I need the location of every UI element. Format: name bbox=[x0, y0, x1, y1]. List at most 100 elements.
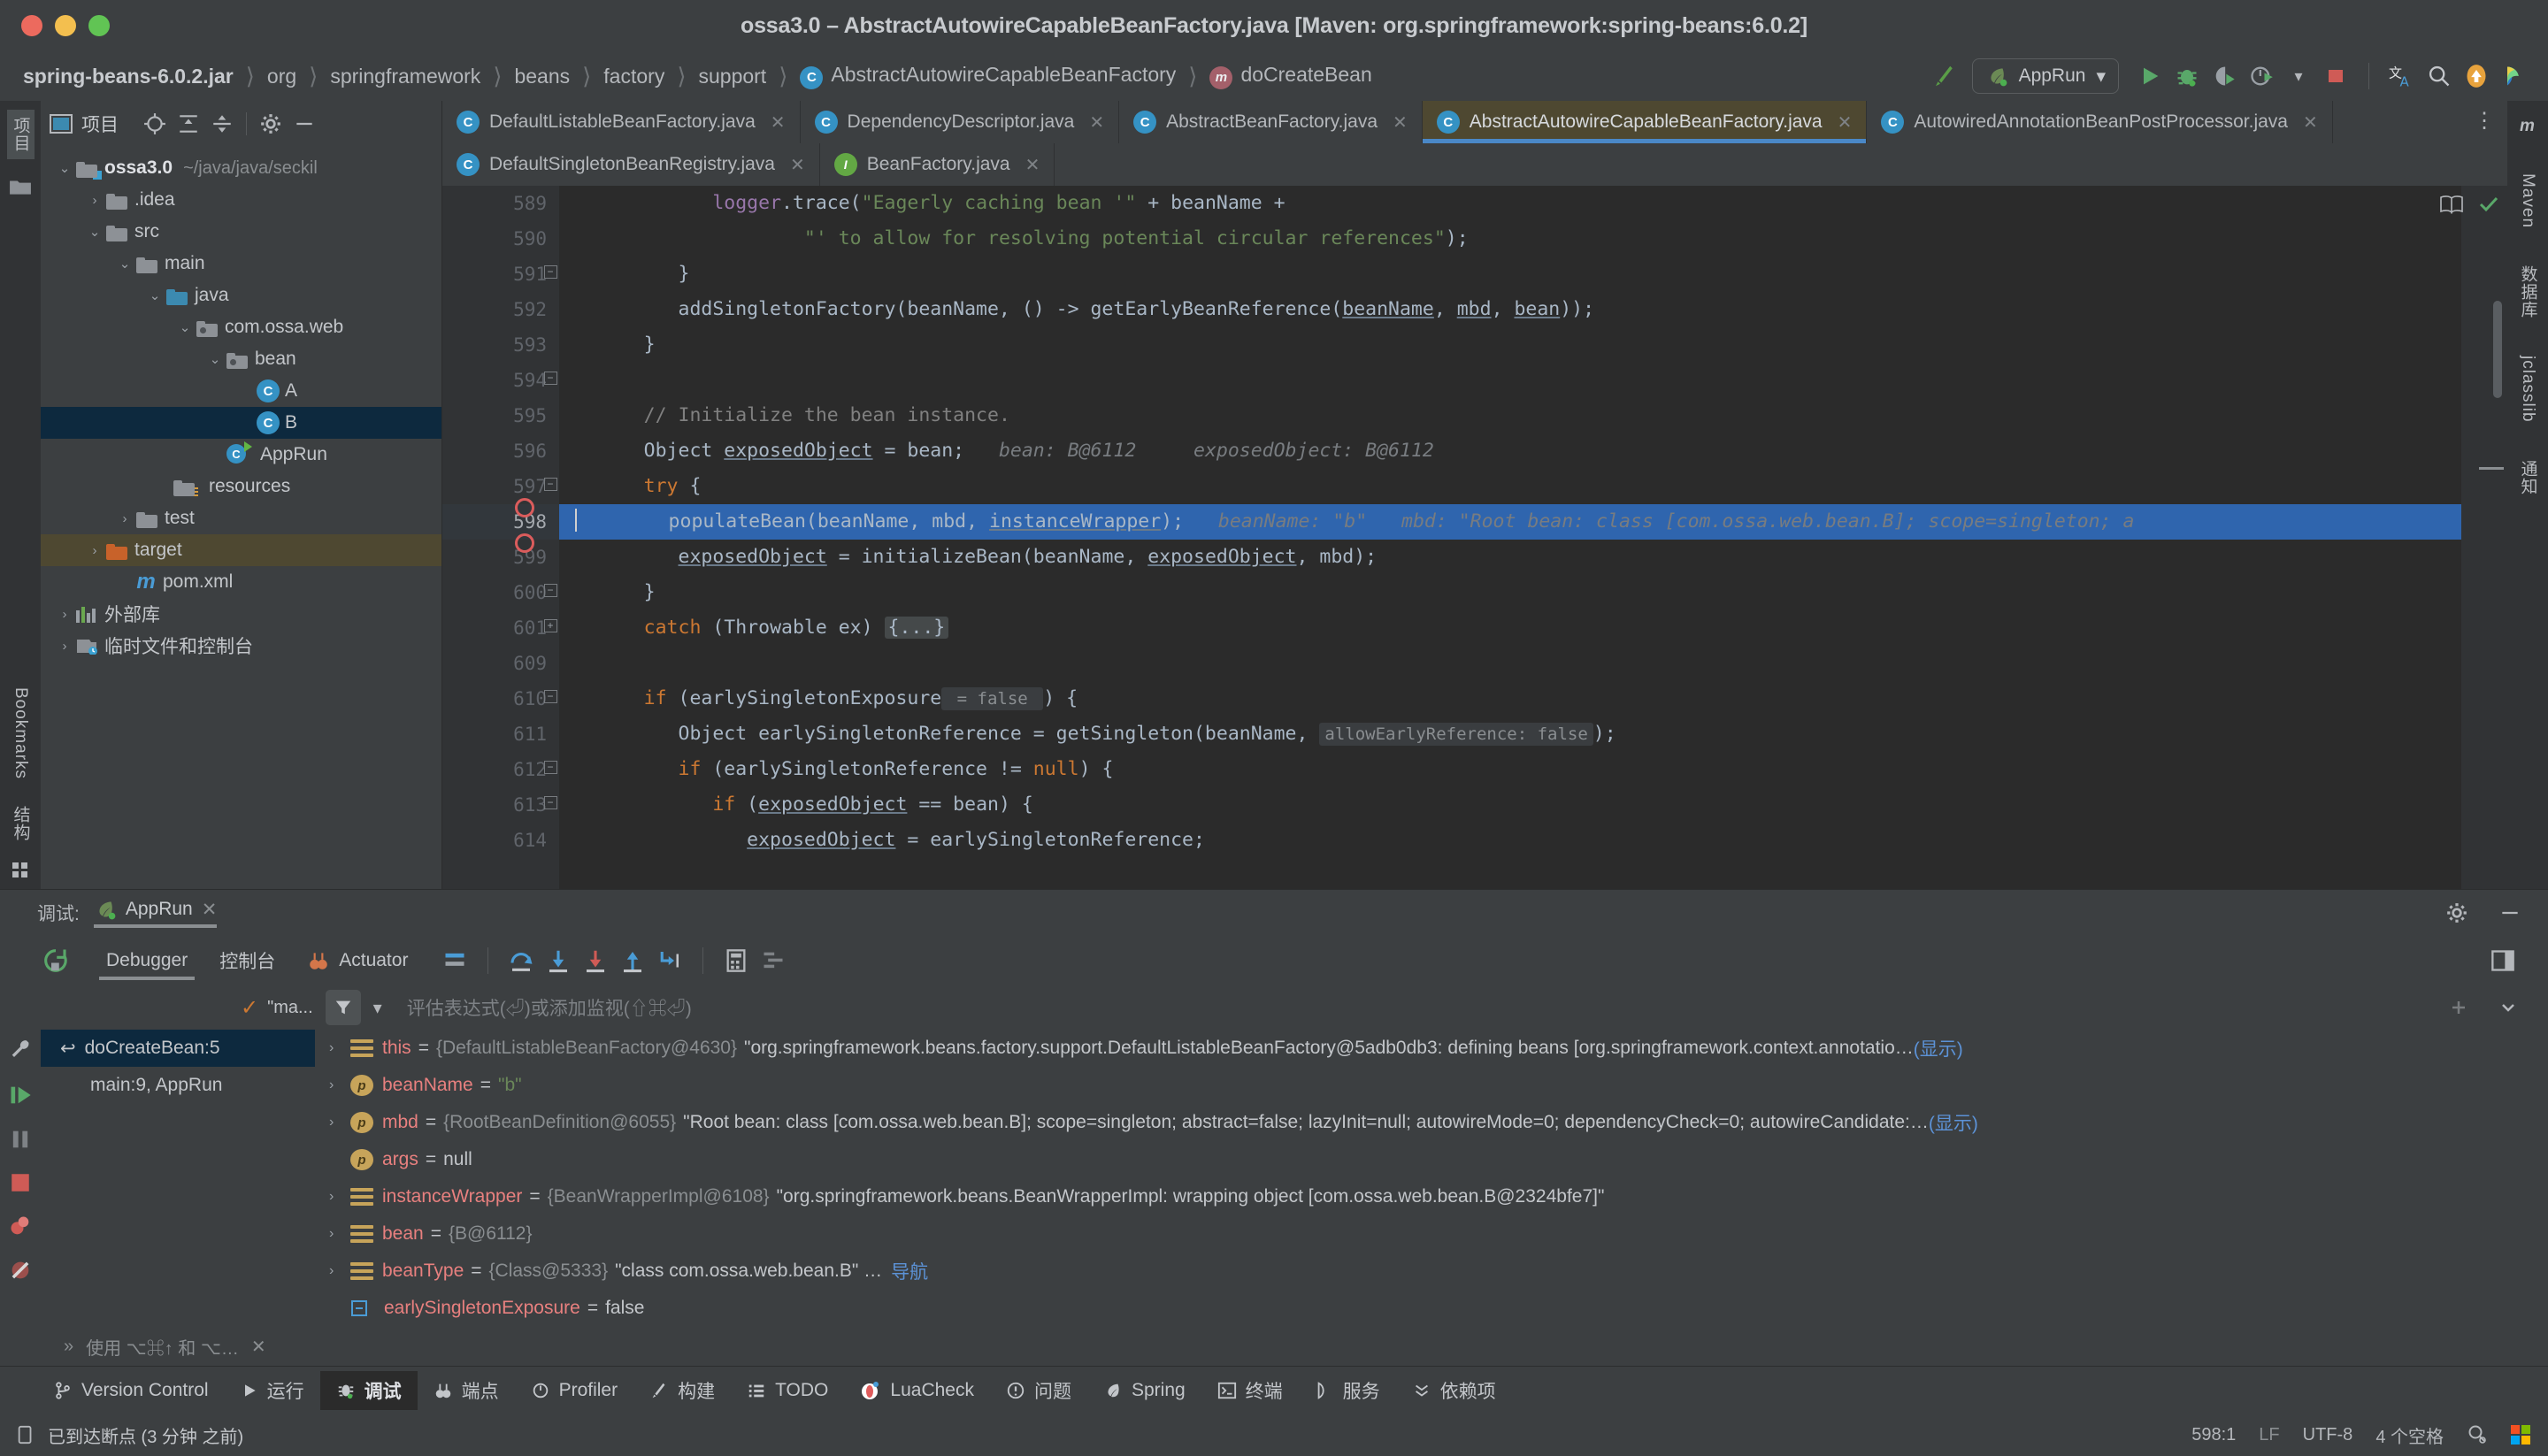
tool-window-terminal[interactable]: 终端 bbox=[1201, 1371, 1299, 1410]
variable-row-bean[interactable]: › bean = {B@6112} bbox=[315, 1215, 2548, 1253]
step-into-icon[interactable] bbox=[540, 942, 577, 979]
chevron-right-icon[interactable]: › bbox=[83, 193, 106, 208]
fold-marker-plus[interactable]: + bbox=[543, 618, 557, 632]
breadcrumb-item-org[interactable]: org bbox=[264, 65, 300, 88]
calculator-icon[interactable] bbox=[718, 942, 755, 979]
close-tab-icon[interactable]: ✕ bbox=[790, 154, 805, 176]
navigate-link[interactable]: 导航 bbox=[891, 1258, 928, 1284]
chevron-down-icon[interactable]: ▾ bbox=[373, 997, 382, 1019]
chevron-down-icon[interactable]: ⌄ bbox=[53, 160, 76, 176]
chevron-right-icon[interactable]: › bbox=[83, 543, 106, 558]
settings-gear-icon[interactable] bbox=[254, 107, 288, 141]
chevron-down-icon[interactable]: ⌄ bbox=[113, 256, 136, 272]
folder-icon[interactable] bbox=[9, 177, 32, 196]
chevron-right-icon[interactable]: › bbox=[113, 511, 136, 526]
tree-item-class-b[interactable]: C B bbox=[41, 407, 441, 439]
translate-icon[interactable]: 文A bbox=[2383, 57, 2421, 95]
right-strip-tab-jclasslib[interactable]: jclasslib bbox=[2516, 349, 2539, 430]
variable-row-earlySingletonExposure[interactable]: earlySingletonExposure = false bbox=[315, 1290, 2548, 1327]
threads-icon[interactable] bbox=[755, 942, 792, 979]
tool-window-debug[interactable]: 调试 bbox=[319, 1370, 418, 1410]
collapse-all-icon[interactable] bbox=[205, 107, 239, 141]
variable-row-instanceWrapper[interactable]: › instanceWrapper = {BeanWrapperImpl@610… bbox=[315, 1178, 2548, 1215]
tree-item-pom[interactable]: m pom.xml bbox=[41, 566, 441, 598]
tree-item-external-libraries[interactable]: › 外部库 bbox=[41, 598, 441, 630]
editor-tabs-more-icon[interactable]: ⋮ bbox=[2474, 108, 2495, 134]
expand-arrow-icon[interactable]: › bbox=[329, 1040, 350, 1056]
editor-right-gutter[interactable] bbox=[2440, 186, 2507, 889]
right-strip-tab-maven-label[interactable]: Maven bbox=[2516, 166, 2539, 235]
variable-row-this[interactable]: › this = {DefaultListableBeanFactory@463… bbox=[315, 1030, 2548, 1067]
indent-setting[interactable]: 4 个空格 bbox=[2375, 1422, 2444, 1448]
reader-mode-icon[interactable] bbox=[2440, 195, 2463, 214]
tool-window-services[interactable]: 服务 bbox=[1299, 1371, 1396, 1410]
settings-gear-icon[interactable] bbox=[2438, 894, 2475, 931]
breakpoint-icon[interactable] bbox=[515, 533, 534, 553]
tool-window-spring[interactable]: Spring bbox=[1087, 1371, 1201, 1410]
inspection-icon[interactable] bbox=[2467, 1424, 2488, 1445]
tab-debugger[interactable]: Debugger bbox=[90, 936, 203, 985]
breadcrumb-item-beans[interactable]: beans bbox=[510, 65, 573, 88]
editor-tab-BeanFactory[interactable]: I BeanFactory.java ✕ bbox=[820, 143, 1055, 186]
stop-icon[interactable] bbox=[9, 1171, 32, 1194]
view-breakpoints-icon[interactable] bbox=[8, 1214, 33, 1238]
frame-row[interactable]: ↩ doCreateBean:5 bbox=[41, 1030, 315, 1067]
editor-gutter[interactable]: 589 590 591 592 593 594 595 596 597 598 … bbox=[442, 186, 559, 889]
close-tab-icon[interactable]: ✕ bbox=[1393, 111, 1408, 134]
tree-item-main[interactable]: ⌄ main bbox=[41, 248, 441, 280]
left-strip-tab-structure[interactable]: 结构 bbox=[7, 799, 35, 848]
show-value-link[interactable]: (显示) bbox=[1929, 1109, 1978, 1136]
fold-marker-minus[interactable]: − bbox=[543, 689, 557, 703]
tree-item-test[interactable]: › test bbox=[41, 502, 441, 534]
fold-marker-minus[interactable]: − bbox=[543, 583, 557, 597]
status-message-area[interactable]: 已到达断点 (3 分钟 之前) bbox=[16, 1422, 243, 1448]
minimize-window-button[interactable] bbox=[55, 15, 76, 36]
line-separator[interactable]: LF bbox=[2259, 1425, 2279, 1445]
collapse-watch-icon[interactable] bbox=[2490, 989, 2527, 1026]
tree-item-com-ossa-web[interactable]: ⌄ com.ossa.web bbox=[41, 311, 441, 343]
right-strip-tab-notifications[interactable]: 通知 bbox=[2514, 453, 2542, 502]
code-editor[interactable]: 589 590 591 592 593 594 595 596 597 598 … bbox=[442, 186, 2507, 889]
fold-marker-minus[interactable]: − bbox=[543, 760, 557, 774]
coverage-icon[interactable] bbox=[2206, 57, 2243, 95]
right-strip-tab-maven[interactable]: m bbox=[2518, 110, 2537, 143]
left-strip-tab-project[interactable]: 项目 bbox=[6, 110, 35, 159]
arrow-up-circle-icon[interactable] bbox=[2458, 57, 2495, 95]
bug-icon[interactable] bbox=[2168, 57, 2206, 95]
tool-window-todo[interactable]: TODO bbox=[731, 1371, 844, 1410]
tool-window-dependencies[interactable]: 依赖项 bbox=[1396, 1371, 1512, 1410]
tree-item-bean[interactable]: ⌄ bean bbox=[41, 343, 441, 375]
search-icon[interactable] bbox=[2421, 57, 2458, 95]
left-strip-tab-bookmarks[interactable]: Bookmarks bbox=[9, 680, 32, 786]
resume-program-icon[interactable] bbox=[8, 1083, 33, 1107]
layout-icon[interactable] bbox=[436, 942, 473, 979]
select-opened-file-icon[interactable] bbox=[138, 107, 172, 141]
expand-arrow-icon[interactable]: › bbox=[329, 1226, 350, 1242]
tree-item-apprun[interactable]: C AppRun bbox=[41, 439, 441, 471]
watch-filter-chip[interactable]: ✓ "ma... bbox=[241, 995, 313, 1021]
close-tab-icon[interactable]: ✕ bbox=[1089, 111, 1104, 134]
editor-tab-AbstractAutowireCapableBeanFactory[interactable]: C AbstractAutowireCapableBeanFactory.jav… bbox=[1422, 101, 1868, 143]
caret-position[interactable]: 598:1 bbox=[2191, 1425, 2236, 1445]
chevron-down-icon[interactable]: ⌄ bbox=[83, 224, 106, 240]
variable-row-beanType[interactable]: › beanType = {Class@5333} "class com.oss… bbox=[315, 1253, 2548, 1290]
editor-tab-AbstractBeanFactory[interactable]: C AbstractBeanFactory.java ✕ bbox=[1119, 101, 1423, 143]
stop-icon[interactable] bbox=[2317, 57, 2354, 95]
tree-item-src[interactable]: ⌄ src bbox=[41, 216, 441, 248]
tree-item-ossa3[interactable]: ⌄ ossa3.0 ~/java/java/seckil bbox=[41, 152, 441, 184]
tree-item-scratches[interactable]: › 临时文件和控制台 bbox=[41, 630, 441, 662]
close-tab-icon[interactable]: ✕ bbox=[771, 111, 786, 134]
tab-console[interactable]: 控制台 bbox=[203, 936, 291, 985]
close-window-button[interactable] bbox=[21, 15, 42, 36]
tool-window-profiler[interactable]: Profiler bbox=[515, 1371, 634, 1410]
hammer-icon[interactable] bbox=[1926, 57, 1963, 95]
editor-tab-DependencyDescriptor[interactable]: C DependencyDescriptor.java ✕ bbox=[801, 101, 1120, 143]
variables-list[interactable]: › this = {DefaultListableBeanFactory@463… bbox=[315, 1030, 2548, 1327]
window-controls[interactable] bbox=[0, 15, 110, 36]
variable-row-args[interactable]: p args = null bbox=[315, 1141, 2548, 1178]
tool-window-luacheck[interactable]: LuaCheck bbox=[844, 1371, 990, 1410]
tree-item-java[interactable]: ⌄ java bbox=[41, 280, 441, 311]
close-tab-icon[interactable]: ✕ bbox=[2303, 111, 2318, 134]
code-content[interactable]: logger.trace("Eagerly caching bean '" + … bbox=[559, 186, 2461, 889]
add-watch-icon[interactable] bbox=[2440, 989, 2477, 1026]
